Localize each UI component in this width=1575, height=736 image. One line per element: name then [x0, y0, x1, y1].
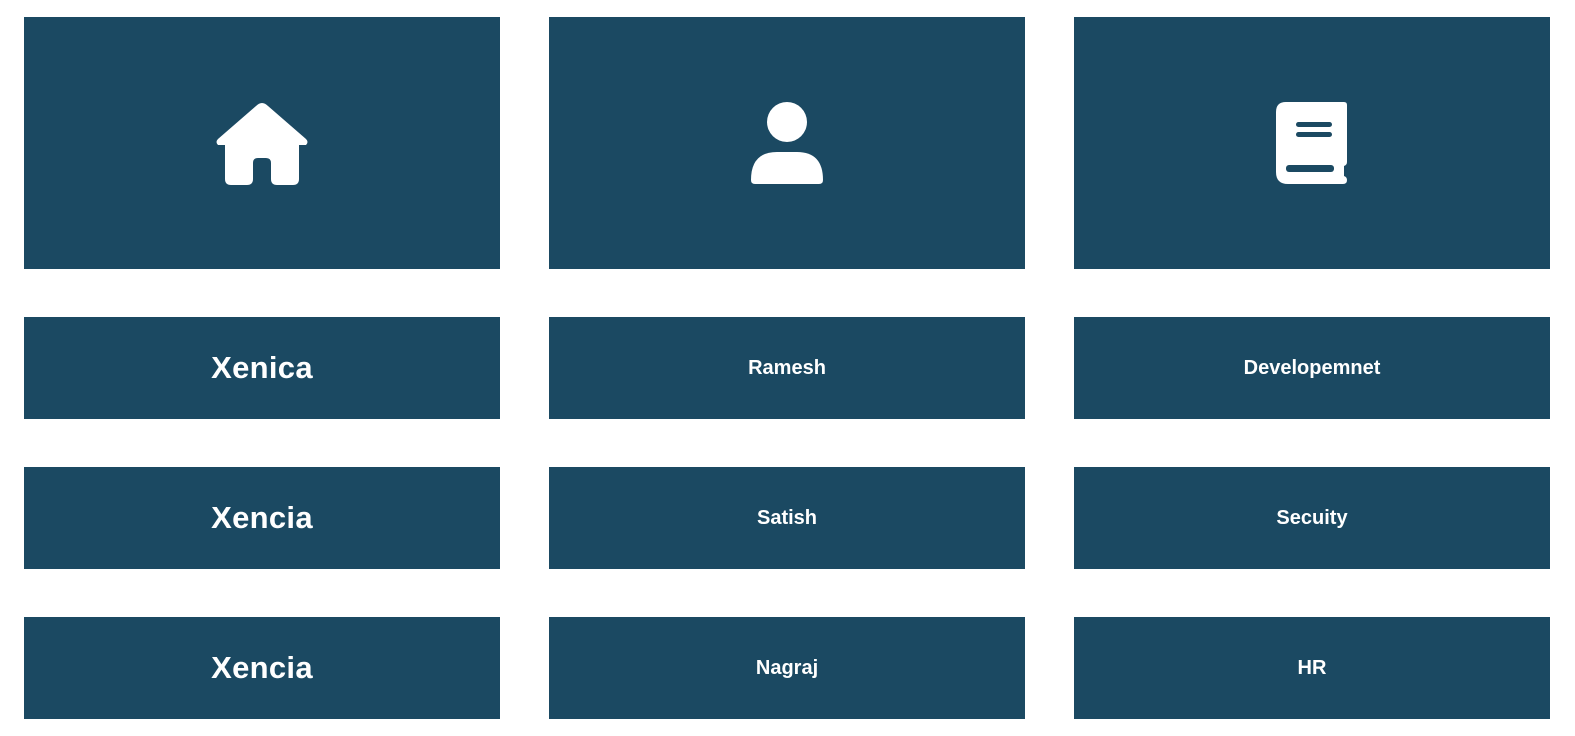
company-tile-1[interactable]: Xenica	[24, 317, 500, 419]
company-label: Xencia	[211, 500, 313, 535]
person-tile-1[interactable]: Ramesh	[549, 317, 1025, 419]
book-icon	[1276, 102, 1348, 184]
home-icon	[215, 101, 309, 185]
person-label: Satish	[756, 506, 818, 529]
department-label: Secuity	[1276, 506, 1348, 529]
person-label: Ramesh	[748, 356, 826, 379]
person-tile-3[interactable]: Nagraj	[549, 617, 1025, 719]
department-tile-1[interactable]: Developemnet	[1074, 317, 1550, 419]
book-tile[interactable]	[1074, 17, 1550, 269]
user-tile[interactable]	[549, 17, 1025, 269]
company-label: Xencia	[211, 650, 313, 685]
company-tile-3[interactable]: Xencia	[24, 617, 500, 719]
company-tile-2[interactable]: Xencia	[24, 467, 500, 569]
department-tile-3[interactable]: HR	[1074, 617, 1550, 719]
department-label: Developemnet	[1243, 356, 1381, 379]
department-tile-2[interactable]: Secuity	[1074, 467, 1550, 569]
person-label: Nagraj	[755, 656, 819, 679]
department-label: HR	[1297, 656, 1327, 679]
company-label: Xenica	[211, 350, 313, 385]
user-icon	[751, 102, 823, 184]
person-tile-2[interactable]: Satish	[549, 467, 1025, 569]
home-tile[interactable]	[24, 17, 500, 269]
